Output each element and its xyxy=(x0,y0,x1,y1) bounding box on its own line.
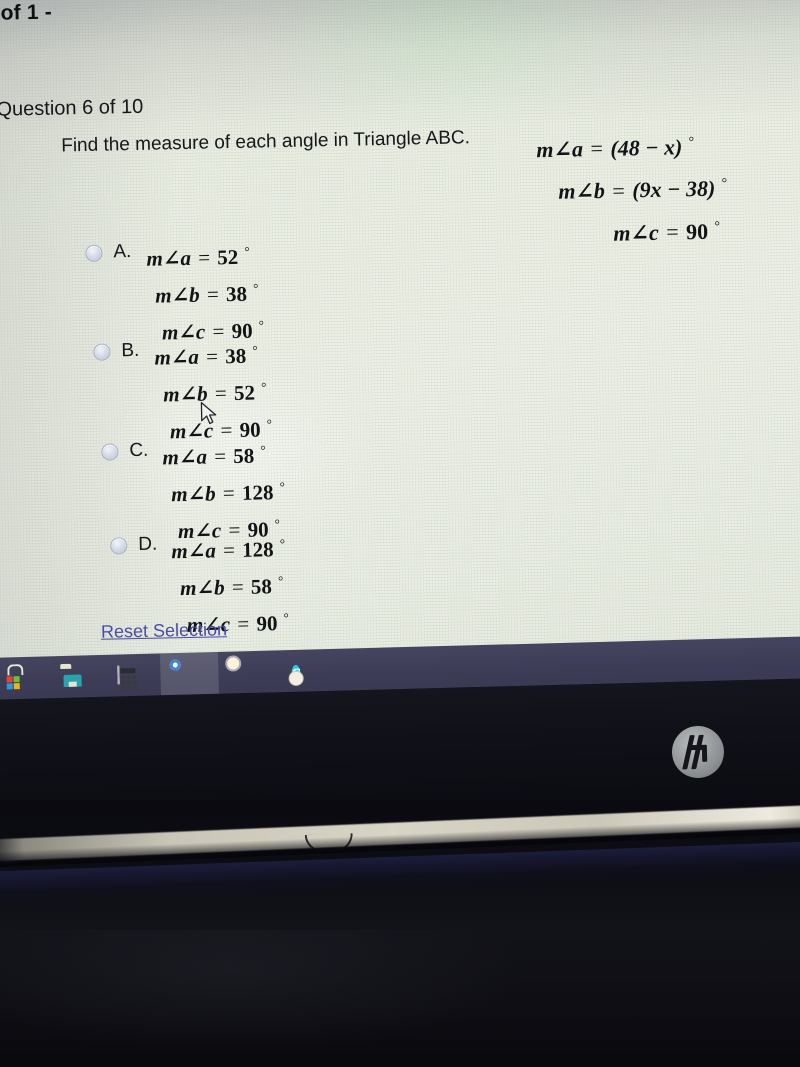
reset-selection-link[interactable]: Reset Selection xyxy=(101,619,227,643)
choice-a-line-2: m∠b = 38 ° xyxy=(155,272,264,311)
laptop-screen: l of 1 - Question 6 of 10 Find the measu… xyxy=(0,0,800,686)
choice-c-2-degree: ° xyxy=(279,479,286,495)
choice-d-1-degree: ° xyxy=(279,536,286,552)
choice-a-1-eq: = xyxy=(197,245,211,270)
choice-b-1-lhs: m∠a xyxy=(154,344,200,370)
given-c-rhs: 90 xyxy=(685,218,709,244)
question-number-label: Question 6 of 10 xyxy=(0,95,144,121)
sun-gear-icon xyxy=(233,663,262,692)
choice-d-1-lhs: m∠a xyxy=(171,538,217,564)
choice-d-2-value: 58 xyxy=(250,574,273,599)
choice-c-1-value: 58 xyxy=(233,443,255,469)
choice-d-2-degree: ° xyxy=(277,573,284,589)
calculator-icon xyxy=(117,665,146,695)
given-line-b: m∠b = (9x − 38) ° xyxy=(537,164,728,210)
choice-b-1-value: 38 xyxy=(225,343,247,369)
given-a-rhs: (48 − x) xyxy=(610,134,683,161)
given-line-a: m∠a = (48 − x) ° xyxy=(536,122,727,168)
choice-a-2-lhs: m∠b xyxy=(155,282,200,308)
choice-d-2-lhs: m∠b xyxy=(179,575,225,601)
given-c-eq: = xyxy=(665,219,679,245)
choice-c-1-lhs: m∠a xyxy=(162,444,208,470)
choice-b-line-1: m∠a = 38 ° xyxy=(154,334,271,373)
choice-c-1-eq: = xyxy=(213,444,227,469)
choice-b-2-value: 52 xyxy=(233,380,256,406)
choice-a-3-degree: ° xyxy=(258,317,265,333)
given-b-eq: = xyxy=(612,177,626,204)
choice-d-1-eq: = xyxy=(222,538,236,563)
bottom-ambient-glow xyxy=(0,930,800,1067)
given-b-rhs: (9x − 38) xyxy=(632,175,716,203)
choice-d-3-value: 90 xyxy=(256,611,278,636)
folder-icon xyxy=(59,663,88,696)
choice-c-2-value: 128 xyxy=(241,480,274,505)
choice-c-line-2: m∠b = 128 ° xyxy=(171,471,285,510)
skype-icon: S xyxy=(288,661,320,690)
given-c-lhs: m∠c xyxy=(613,219,659,246)
page-header-fragment: l of 1 - xyxy=(0,0,53,25)
choice-d-3-eq: = xyxy=(237,611,250,637)
choice-letter-b: B. xyxy=(121,339,140,362)
choice-letter-c: C. xyxy=(129,439,149,462)
chrome-icon xyxy=(175,664,204,693)
choice-letter-d: D. xyxy=(138,533,158,555)
choice-c-1-degree: ° xyxy=(260,442,266,458)
given-c-degree: ° xyxy=(714,217,721,234)
photo-of-laptop-screen: l of 1 - Question 6 of 10 Find the measu… xyxy=(0,0,800,1067)
choice-a-1-lhs: m∠a xyxy=(146,245,192,271)
choice-d-line-1: m∠a = 128 ° xyxy=(171,528,288,567)
choice-a-lines: m∠a = 52 ° m∠b = 38 ° m∠c = 90 ° xyxy=(146,235,264,348)
choice-c-line-1: m∠a = 58 ° xyxy=(162,434,284,473)
given-line-c: m∠c = 90 ° xyxy=(538,207,721,253)
choice-letter-a: A. xyxy=(113,241,132,263)
choice-b-lines: m∠a = 38 ° m∠b = 52 ° m∠c = 90 ° xyxy=(154,334,272,447)
choice-a-line-1: m∠a = 52 ° xyxy=(146,235,263,274)
choice-b-2-degree: ° xyxy=(260,379,267,395)
choice-a-1-degree: ° xyxy=(244,243,250,259)
given-b-degree: ° xyxy=(721,175,728,191)
choice-b-1-eq: = xyxy=(205,344,219,369)
choice-b-1-degree: ° xyxy=(252,342,258,358)
choice-a-2-eq: = xyxy=(206,282,220,307)
mouse-cursor-arrow-icon xyxy=(200,401,221,427)
choice-a-2-value: 38 xyxy=(225,281,248,307)
choice-d-3-degree: ° xyxy=(283,609,289,626)
choice-a-2-degree: ° xyxy=(252,280,259,296)
choice-c-2-lhs: m∠b xyxy=(170,481,216,507)
given-a-lhs: m∠a xyxy=(536,136,584,163)
given-a-eq: = xyxy=(590,135,604,162)
choice-a-1-value: 52 xyxy=(217,244,239,270)
choice-d-1-value: 128 xyxy=(241,537,274,562)
given-expressions: m∠a = (48 − x) ° m∠b = (9x − 38) ° m∠c =… xyxy=(536,122,729,253)
given-b-lhs: m∠b xyxy=(558,178,606,205)
store-icon xyxy=(1,664,30,698)
choice-b-3-degree: ° xyxy=(266,416,273,432)
choice-d-2-eq: = xyxy=(231,574,244,600)
choice-d-line-2: m∠b = 58 ° xyxy=(180,565,289,604)
choice-c-2-eq: = xyxy=(222,481,235,506)
given-a-degree: ° xyxy=(688,133,695,149)
